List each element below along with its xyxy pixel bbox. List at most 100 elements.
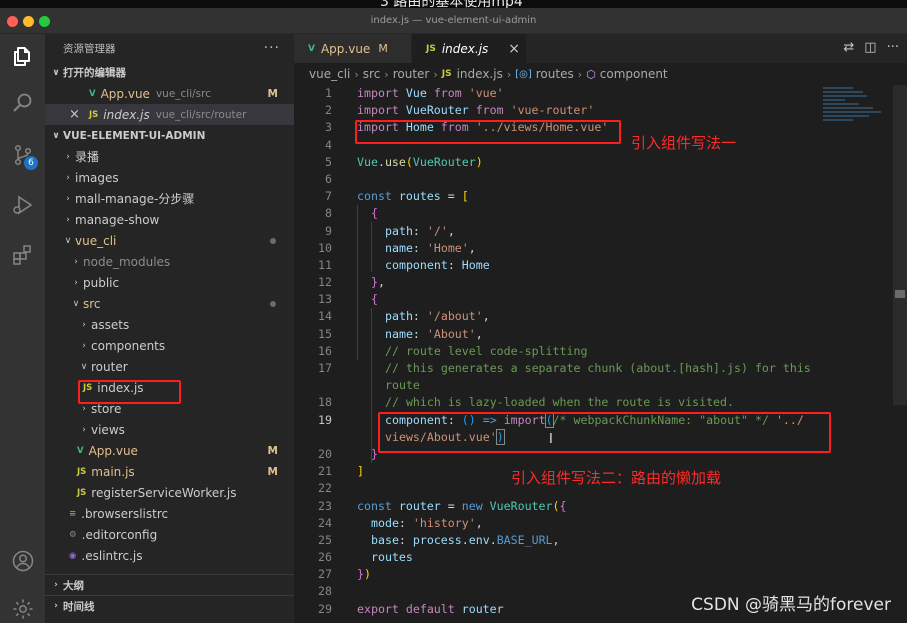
open-editor-item-app-vue[interactable]: V App.vue vue_cli/src M [45,83,294,104]
tree-file-editorconfig[interactable]: ⚙ .editorconfig [45,524,294,545]
tree-item-label: .editorconfig [81,527,158,542]
close-tab-icon[interactable]: × [508,41,520,57]
tree-folder-src[interactable]: ∨ src [45,293,294,314]
line-number: 7 [325,189,332,204]
tree-item-label: 录播 [75,150,100,164]
chevron-right-icon: › [66,172,70,183]
line-number: 27 [318,567,332,582]
tree-folder-components[interactable]: › components [45,335,294,356]
compare-changes-icon[interactable]: ⇄ [843,40,854,55]
settings-gear-icon[interactable] [8,594,37,623]
tree-item-label: views [91,422,125,437]
explorer-more-actions-button[interactable]: ··· [264,40,280,56]
search-icon[interactable] [8,88,37,117]
tree-item-label: registerServiceWorker.js [91,485,237,500]
variable-symbol-icon: [◎] [515,68,532,80]
scrollbar-thumb[interactable] [895,290,905,298]
eslint-file-icon: ◉ [69,550,77,561]
tree-file-app-vue[interactable]: V App.vue M [45,440,294,461]
tree-folder-images[interactable]: › images [45,167,294,188]
chevron-right-icon: › [66,193,70,204]
chevron-right-icon: › [577,67,583,81]
code-line: 7 const routes = [ [294,188,884,205]
project-section-header[interactable]: ∨ VUE-ELEMENT-UI-ADMIN [45,125,294,146]
window-titlebar: index.js — vue-element-ui-admin [0,8,907,34]
line-number: 5 [325,154,332,169]
annotation-method-two: 引入组件写法二：路由的懒加载 [511,469,722,487]
code-line: 12}, [294,274,884,291]
run-debug-icon[interactable] [8,190,37,219]
editor-vertical-scrollbar[interactable] [893,85,907,405]
close-editor-icon[interactable]: × [69,107,83,122]
config-file-icon: ≡ [69,508,77,519]
account-icon[interactable] [8,546,37,575]
tree-folder-vue-cli[interactable]: ∨ vue_cli [45,230,294,251]
breadcrumb-item[interactable]: index.js [457,67,503,81]
breadcrumb-item[interactable]: component [600,67,668,81]
breadcrumb-item[interactable]: router [393,67,430,81]
annotation-method-one: 引入组件写法一 [631,134,737,152]
outline-title: 大纲 [63,579,84,592]
tab-app-vue[interactable]: V App.vue M [294,34,412,63]
line-number: 10 [318,240,332,255]
tree-file-register-service-worker[interactable]: JS registerServiceWorker.js [45,482,294,503]
code-token: import [357,86,399,100]
code-line: 24 mode: 'history', [294,515,884,532]
index-js-highlight-box [78,380,181,404]
code-line: 26 routes [294,549,884,566]
tree-folder-mall-manage[interactable]: › mall-manage-分步骤 [45,188,294,209]
open-editor-item-index-js[interactable]: × JS index.js vue_cli/src/router [45,104,294,125]
tree-folder-manage-show[interactable]: › manage-show [45,209,294,230]
open-editor-file-path: vue_cli/src/router [155,108,247,121]
tree-folder-views[interactable]: › views [45,419,294,440]
extensions-icon[interactable] [8,240,37,269]
code-line: 11 component: Home [294,257,884,274]
modified-status: M [267,87,278,100]
breadcrumb-item[interactable]: vue_cli [309,67,350,81]
code-line: 9 path: '/', [294,223,884,240]
tree-folder-router[interactable]: ∨ router [45,356,294,377]
tree-file-main-js[interactable]: JS main.js M [45,461,294,482]
tree-folder-assets[interactable]: › assets [45,314,294,335]
js-file-icon: JS [77,466,87,477]
chevron-right-icon: › [66,214,70,225]
files-icon[interactable] [8,42,37,71]
tree-file-browserslistrc[interactable]: ≡ .browserslistrc [45,503,294,524]
chevron-right-icon: › [74,277,78,288]
modified-dot [270,237,276,244]
code-line: 5 Vue.use(VueRouter) [294,154,884,171]
minimap[interactable] [823,85,893,145]
open-editor-file-name: index.js [103,107,150,122]
tree-folder-node-modules[interactable]: › node_modules [45,251,294,272]
code-line: 13{ [294,291,884,308]
source-control-icon[interactable]: 6 [8,140,38,170]
line-number: 23 [318,498,332,513]
tree-folder-public[interactable]: › public [45,272,294,293]
csdn-watermark: CSDN @骑黑马的forever [691,595,891,615]
activity-bar: 6 [0,34,45,623]
breadcrumb-item[interactable]: routes [536,67,574,81]
chevron-right-icon: › [82,340,86,351]
line-number: 24 [318,515,332,530]
outline-section-header[interactable]: › 大纲 [45,574,294,595]
line-number: 25 [318,532,332,547]
tree-item-label: components [91,338,166,353]
code-editor[interactable]: 1 import Vue from 'vue' 2 import VueRouter… [294,85,884,618]
explorer-sidebar: 资源管理器 ··· ∨ 打开的编辑器 V App.vue vue_cli/src… [45,34,294,623]
more-actions-icon[interactable]: ··· [887,40,899,55]
line-number: 26 [318,550,332,565]
tree-folder-lubo[interactable]: › 录播 [45,146,294,167]
split-editor-icon[interactable]: ◫ [864,40,876,55]
breadcrumb-item[interactable]: src [363,67,381,81]
line-number: 11 [318,257,332,272]
tree-file-eslintrc[interactable]: ◉ .eslintrc.js [45,545,294,566]
line-number: 13 [318,292,332,307]
tree-item-label: App.vue [88,443,138,458]
chevron-right-icon: › [433,67,438,81]
tab-index-js[interactable]: JS index.js × [412,34,527,63]
modified-status: M [267,465,278,478]
open-editors-section-header[interactable]: ∨ 打开的编辑器 [45,62,294,83]
timeline-section-header[interactable]: › 时间线 [45,595,294,616]
code-line: 6 [294,171,884,188]
tree-item-label: src [83,296,101,311]
